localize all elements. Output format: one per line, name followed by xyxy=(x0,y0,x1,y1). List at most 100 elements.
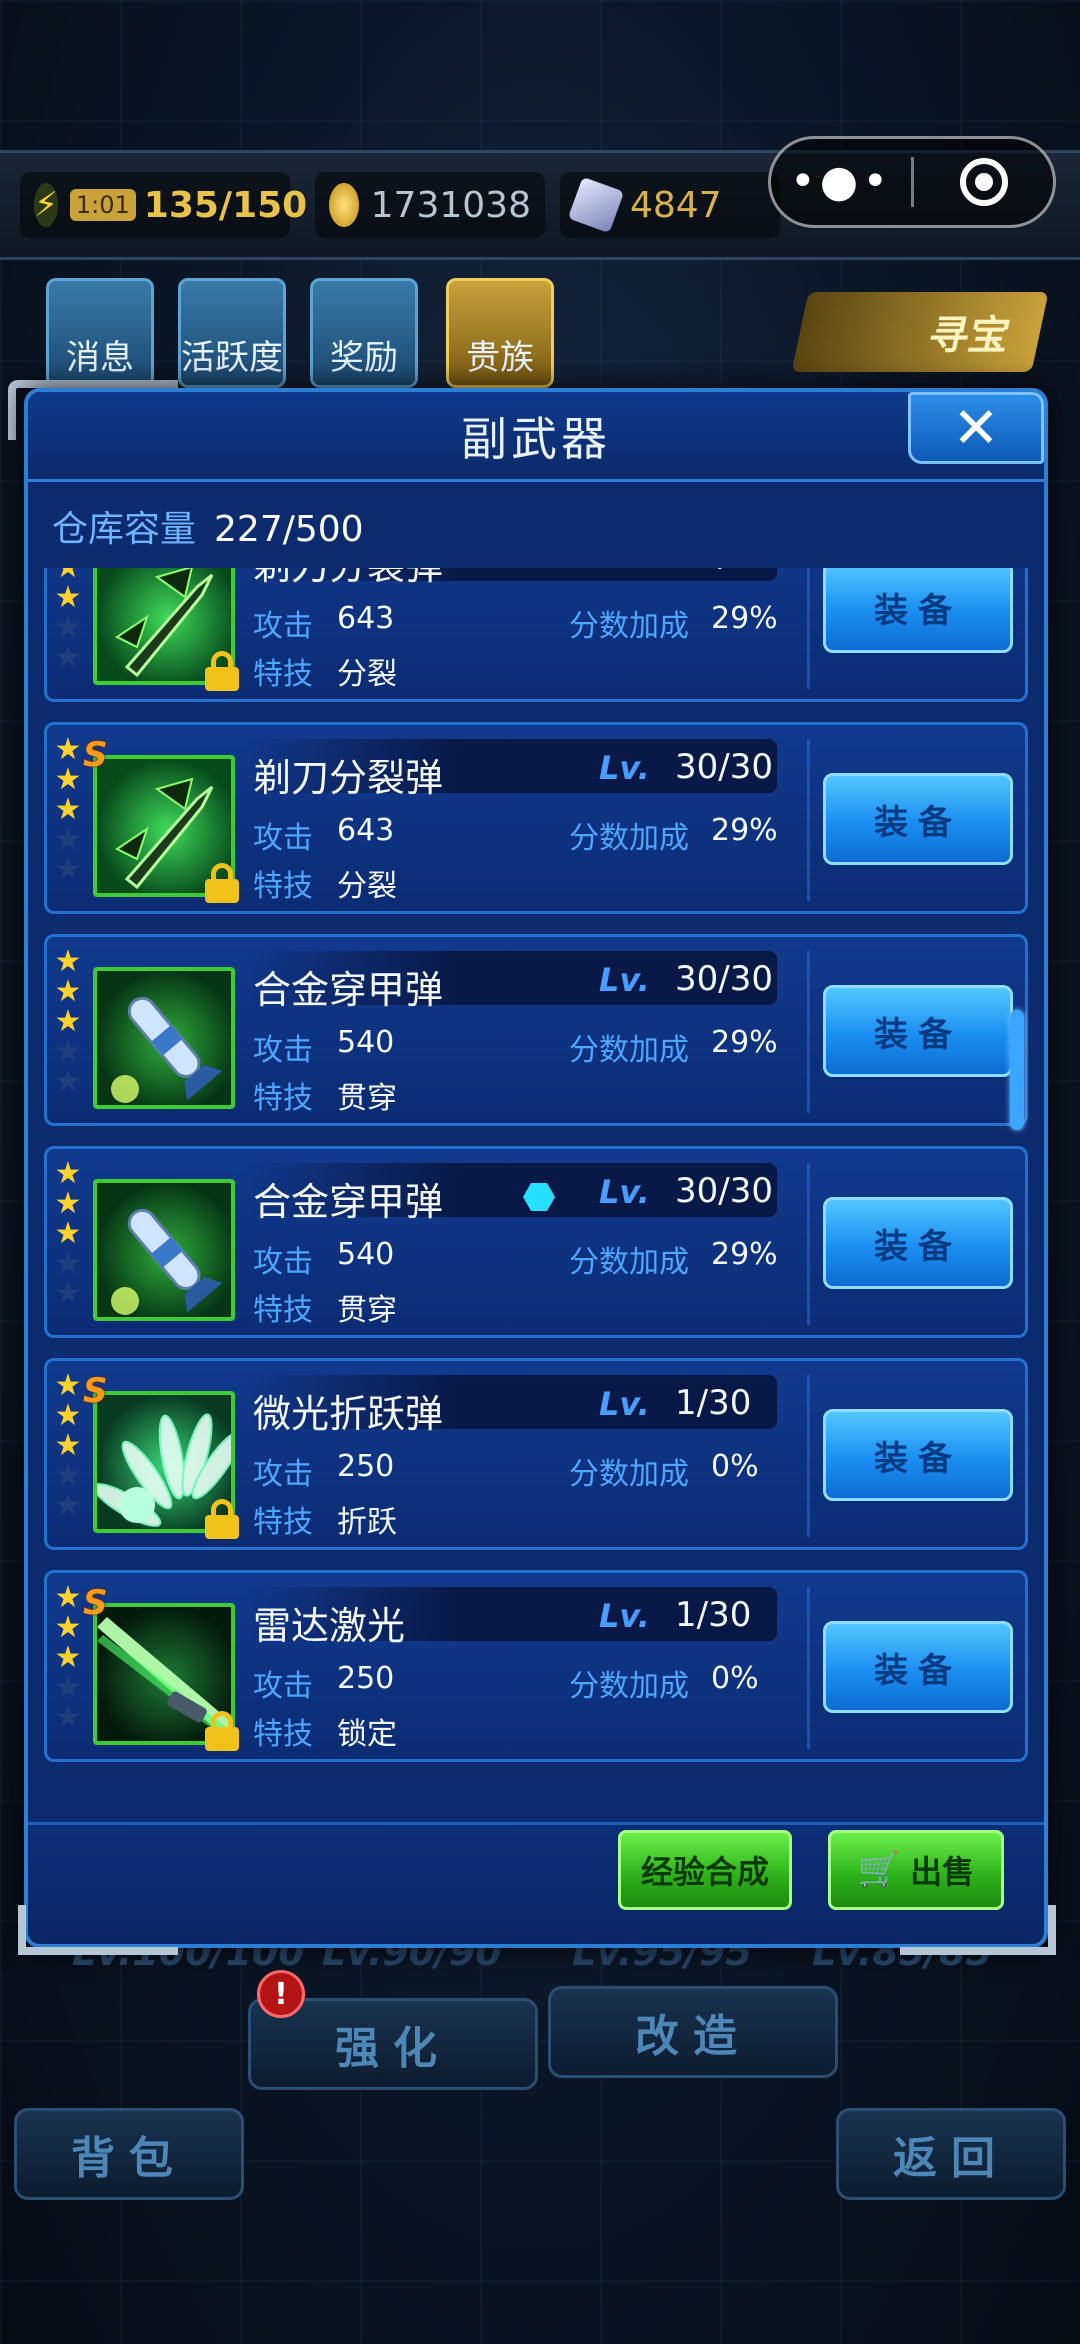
attack-value: 643 xyxy=(337,601,395,636)
attack-label: 攻击 xyxy=(253,1457,313,1492)
tab-messages[interactable]: 消息 xyxy=(46,278,154,388)
lock-icon[interactable] xyxy=(205,863,239,903)
tab-noble[interactable]: 贵族 xyxy=(446,278,554,388)
star-icon: ★ xyxy=(54,974,82,1009)
attack-value: 643 xyxy=(337,813,395,848)
score-bonus-label: 分数加成 xyxy=(569,609,689,644)
close-miniprogram-button[interactable] xyxy=(914,158,1053,206)
score-bonus-label: 分数加成 xyxy=(569,1245,689,1280)
star-icon: ★ xyxy=(54,1610,82,1645)
treasure-hunt-button[interactable]: 寻宝 xyxy=(791,292,1049,372)
energy-counter[interactable]: ⚡ 1:01 135/150 xyxy=(20,172,307,238)
card-divider xyxy=(807,1163,810,1325)
storage-capacity: 仓库容量 227/500 xyxy=(52,500,364,552)
attack-label: 攻击 xyxy=(253,1669,313,1704)
attack-value: 250 xyxy=(337,1661,395,1696)
star-icon: ★ xyxy=(54,1700,82,1735)
modify-button[interactable]: 改造 xyxy=(548,1986,838,2078)
back-button[interactable]: 返回 xyxy=(836,2108,1066,2200)
star-icon: ★ xyxy=(54,1670,82,1705)
close-button[interactable]: ✕ xyxy=(908,392,1044,464)
equip-button[interactable]: 装备 xyxy=(823,1197,1013,1289)
card-divider xyxy=(807,568,810,689)
gold-counter[interactable]: 1731038 xyxy=(315,172,545,238)
score-bonus-label: 分数加成 xyxy=(569,1457,689,1492)
panel-frame-corner xyxy=(900,1905,1056,1955)
skill-value: 贯穿 xyxy=(337,1081,397,1116)
star-icon: ★ xyxy=(54,1428,82,1463)
sell-button[interactable]: 🛒 出售 xyxy=(828,1830,1004,1910)
target-icon xyxy=(959,158,1008,206)
skill-value: 锁定 xyxy=(337,1717,397,1752)
equip-button[interactable]: 装备 xyxy=(823,773,1013,865)
equip-button[interactable]: 装备 xyxy=(823,1409,1013,1501)
skill-label: 特技 xyxy=(253,1081,313,1116)
star-rating: ★★★★★ xyxy=(53,1583,87,1733)
lock-icon[interactable] xyxy=(205,1499,239,1539)
more-dots-icon[interactable]: •●• xyxy=(771,160,911,204)
score-bonus-value: 29% xyxy=(711,1237,778,1272)
level-label: Lv. xyxy=(599,1173,650,1211)
equip-label: 装备 xyxy=(874,1226,962,1267)
equip-button[interactable]: 装备 xyxy=(823,985,1013,1077)
attack-value: 540 xyxy=(337,1025,395,1060)
backpack-button[interactable]: 背包 xyxy=(14,2108,244,2200)
star-icon: ★ xyxy=(54,822,82,857)
level-value: 30/30 xyxy=(675,1171,773,1211)
star-icon: ★ xyxy=(54,1064,82,1099)
tab-rewards[interactable]: 奖励 xyxy=(310,278,418,388)
coin-icon xyxy=(329,183,359,227)
exp-merge-button[interactable]: 经验合成 xyxy=(618,1830,792,1910)
lock-icon[interactable] xyxy=(205,1711,239,1751)
star-rating: ★★★★★ xyxy=(53,735,87,885)
list-scrollbar[interactable] xyxy=(1010,1010,1024,1130)
attack-value: 250 xyxy=(337,1449,395,1484)
weapon-card[interactable]: ★ ★ ★ ★ ★ S 微光折跃弹 Lv. 1/30 攻击 250 分数加成 0% 特技 折跃 装备 xyxy=(44,1358,1028,1550)
weapon-card[interactable]: ★ ★ ★ ★ ★ S 雷达激光 Lv. 1/30 攻击 250 分数加成 0% 特技 锁定 装备 xyxy=(44,1570,1028,1762)
weapon-card[interactable]: ★★★★★S剃刀分裂弹Lv.30/30攻击643分数加成29%特技分裂装备 xyxy=(44,568,1028,702)
score-bonus-value: 29% xyxy=(711,1025,778,1060)
s-rank-badge: S xyxy=(83,1371,108,1411)
score-bonus-value: 0% xyxy=(711,1661,759,1696)
skill-label: 特技 xyxy=(253,1505,313,1540)
close-icon: ✕ xyxy=(952,395,1000,461)
star-icon: ★ xyxy=(54,1580,82,1615)
equip-label: 装备 xyxy=(874,802,962,843)
star-icon: ★ xyxy=(54,1156,82,1191)
star-icon: ★ xyxy=(54,1458,82,1493)
star-icon: ★ xyxy=(54,732,82,767)
equip-button[interactable]: 装备 xyxy=(823,568,1013,653)
card-divider xyxy=(807,1587,810,1749)
level-label: Lv. xyxy=(599,568,650,575)
level-label: Lv. xyxy=(599,1385,650,1423)
star-icon: ★ xyxy=(54,1488,82,1523)
hexagon-marker-icon xyxy=(523,1183,555,1211)
weapon-card[interactable]: ★★★★★S剃刀分裂弹Lv.30/30攻击643分数加成29%特技分裂装备 xyxy=(44,722,1028,914)
exp-merge-label: 经验合成 xyxy=(640,1853,769,1891)
score-bonus-value: 0% xyxy=(711,1449,759,1484)
weapon-name: 合金穿甲弹 xyxy=(253,1180,444,1224)
star-icon: ★ xyxy=(54,640,82,675)
weapon-card[interactable]: ★ ★ ★ ★ ★ 合金穿甲弹 Lv. 30/30 攻击 540 分数加成 29% 特技 贯穿 装备 xyxy=(44,934,1028,1126)
s-rank-badge: S xyxy=(83,735,108,775)
weapon-list[interactable]: ★★★★★S剃刀分裂弹Lv.30/30攻击643分数加成29%特技分裂装备★★★… xyxy=(36,568,1036,1778)
alert-badge: ! xyxy=(257,1970,305,2018)
energy-value: 135/150 xyxy=(143,184,308,226)
star-icon: ★ xyxy=(54,852,82,887)
panel-title: 副武器 xyxy=(461,411,611,466)
skill-label: 特技 xyxy=(253,657,313,692)
lock-icon[interactable] xyxy=(205,651,239,691)
star-icon: ★ xyxy=(54,1276,82,1311)
skill-value: 分裂 xyxy=(337,657,397,692)
equip-button[interactable]: 装备 xyxy=(823,1621,1013,1713)
weapon-card[interactable]: ★ ★ ★ ★ ★ 合金穿甲弹 Lv. 30/30 攻击 540 分数加成 29% 特技 贯穿 装备 xyxy=(44,1146,1028,1338)
equip-label: 装备 xyxy=(874,1438,962,1479)
score-bonus-value: 29% xyxy=(711,813,778,848)
skill-label: 特技 xyxy=(253,869,313,904)
equip-label: 装备 xyxy=(874,1650,962,1691)
lightning-icon: ⚡ xyxy=(34,183,58,227)
gem-counter[interactable]: 4847 xyxy=(560,172,780,238)
card-divider xyxy=(807,1375,810,1537)
level-label: Lv. xyxy=(599,1597,650,1635)
tab-activity[interactable]: 活跃度 xyxy=(178,278,286,388)
